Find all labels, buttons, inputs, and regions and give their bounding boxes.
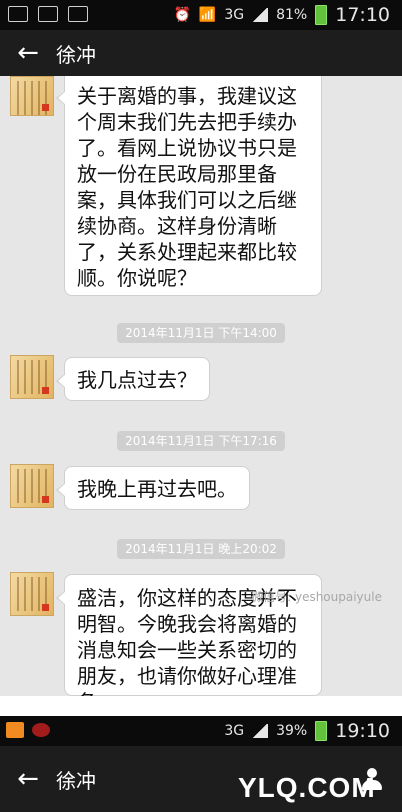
mail-icon bbox=[38, 6, 58, 22]
chat-header: ← 徐冲 bbox=[0, 30, 402, 76]
contact-name: 徐冲 bbox=[56, 768, 96, 793]
clock: 17:10 bbox=[335, 4, 390, 26]
app-orange-icon bbox=[6, 722, 24, 738]
back-arrow-icon[interactable]: ← bbox=[0, 38, 56, 68]
signal-icon bbox=[252, 724, 269, 738]
status-bar: ⏰ 📶 3G 81% 17:10 bbox=[0, 0, 402, 30]
message-text: 我几点过去？ bbox=[77, 368, 197, 392]
screenshot-divider bbox=[0, 696, 402, 716]
site-logo: YLQ.COM bbox=[238, 772, 376, 803]
notification-icons bbox=[8, 6, 88, 22]
app-red-icon bbox=[32, 723, 50, 737]
image-icon bbox=[68, 6, 88, 22]
status-right: ⏰ 📶 3G 81% 17:10 bbox=[173, 4, 390, 26]
contact-avatar[interactable] bbox=[10, 572, 54, 616]
status-bar-2: 3G 39% 19:10 bbox=[0, 716, 402, 746]
battery-icon bbox=[315, 721, 328, 741]
battery-percent: 39% bbox=[276, 723, 308, 739]
signal-icon bbox=[252, 8, 269, 22]
contact-avatar[interactable] bbox=[10, 76, 54, 116]
message-bubble[interactable]: 我几点过去？ bbox=[56, 357, 210, 401]
message-text: 关于离婚的事，我建议这个周末我们先去把手续办了。看网上说协议书只是放一份在民政局… bbox=[77, 84, 297, 290]
status-right-2: 3G 39% 19:10 bbox=[224, 720, 390, 742]
timestamp: 2014年11月1日 下午17:16 bbox=[0, 430, 402, 452]
battery-icon bbox=[315, 5, 328, 25]
contact-avatar[interactable] bbox=[10, 464, 54, 508]
message-bubble[interactable]: 关于离婚的事，我建议这个周末我们先去把手续办了。看网上说协议书只是放一份在民政局… bbox=[56, 76, 322, 296]
battery-percent: 81% bbox=[276, 7, 308, 23]
message-bubble[interactable]: 我晚上再过去吧。 bbox=[56, 466, 250, 510]
alarm-icon: ⏰ bbox=[173, 7, 191, 23]
timestamp: 2014年11月1日 下午14:00 bbox=[0, 322, 402, 344]
message-text: 我晚上再过去吧。 bbox=[77, 477, 237, 501]
clock: 19:10 bbox=[335, 720, 390, 742]
gmail-icon bbox=[8, 6, 28, 22]
notification-icons-2 bbox=[6, 722, 50, 738]
network-type: 3G bbox=[224, 723, 245, 739]
contact-name: 徐冲 bbox=[56, 42, 96, 67]
back-arrow-icon[interactable]: ← bbox=[0, 764, 56, 794]
contact-avatar[interactable] bbox=[10, 355, 54, 399]
timestamp: 2014年11月1日 晚上20:02 bbox=[0, 538, 402, 560]
watermark: 微信号: yeshoupaiyule bbox=[251, 590, 382, 604]
network-type: 3G bbox=[224, 7, 245, 23]
wifi-icon: 📶 bbox=[198, 7, 217, 23]
